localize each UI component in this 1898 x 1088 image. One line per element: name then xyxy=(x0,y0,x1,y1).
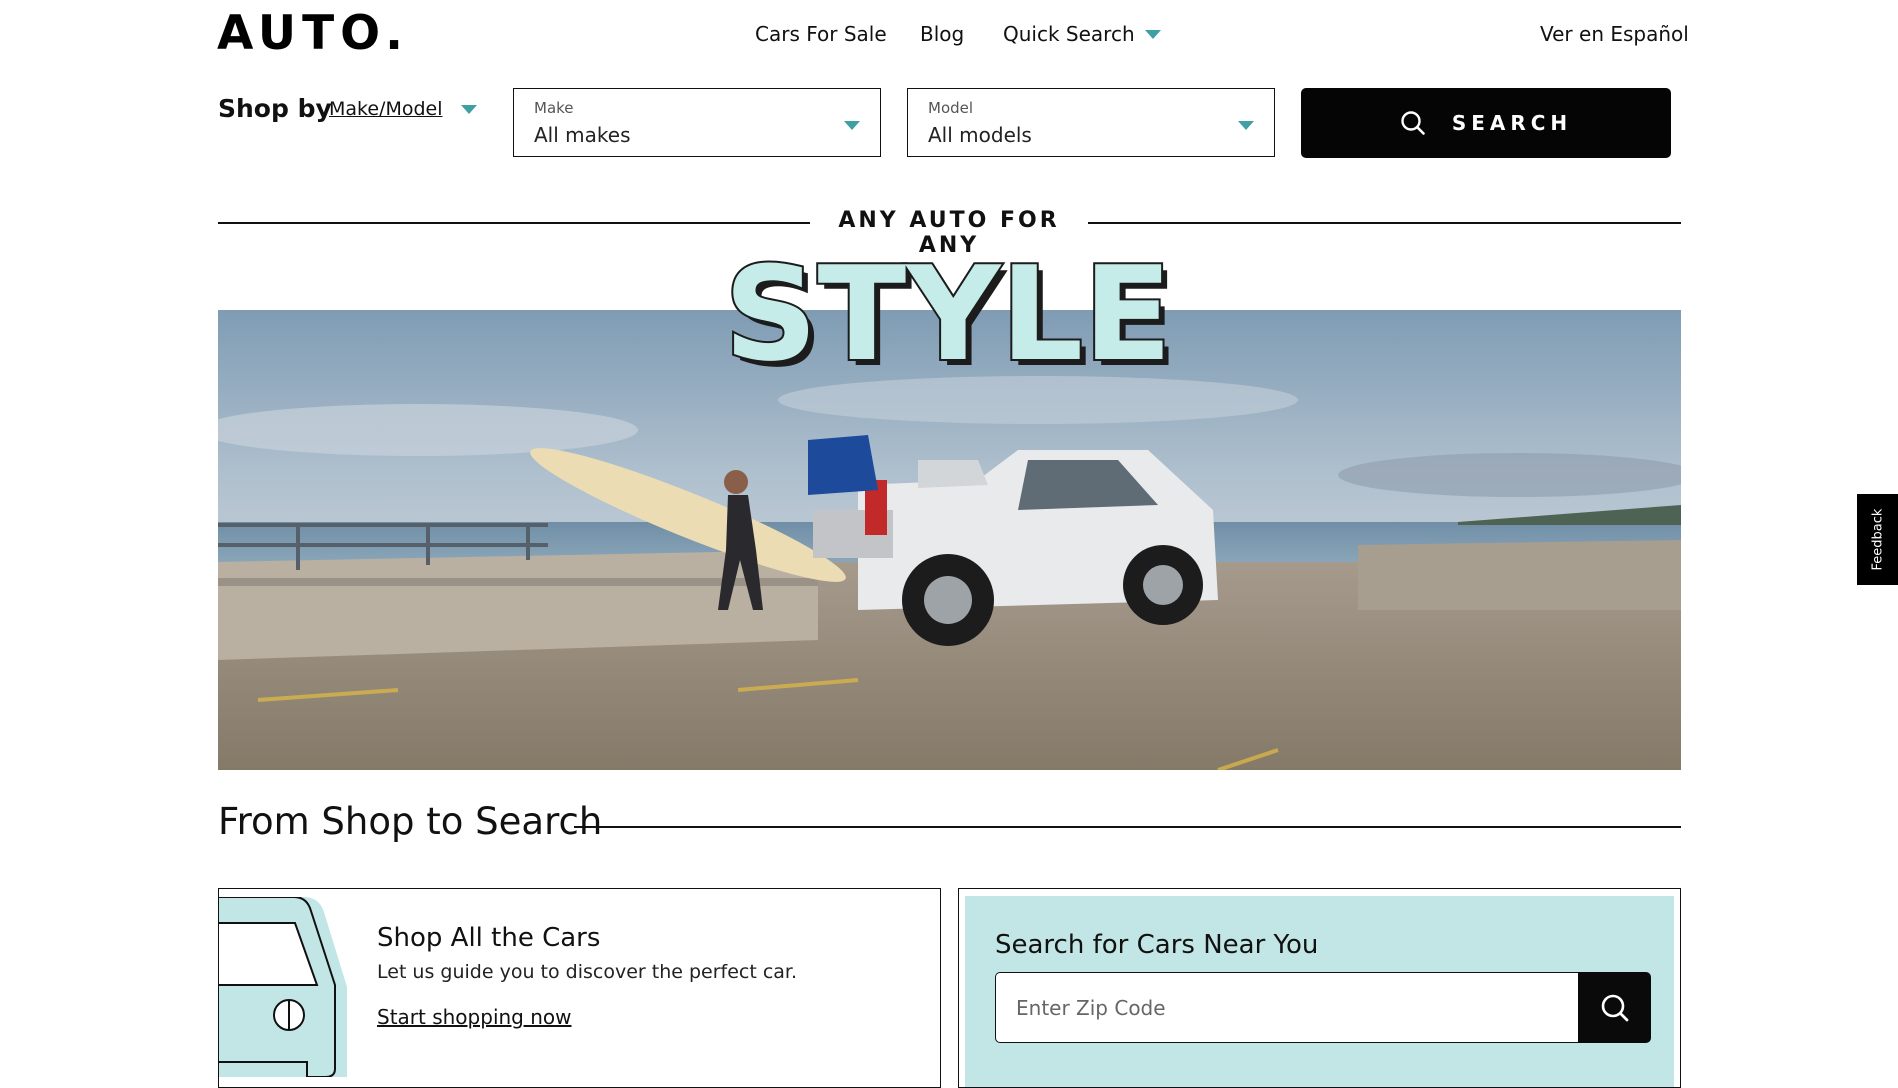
nav-blog[interactable]: Blog xyxy=(920,22,964,46)
site-logo[interactable]: AUTO. xyxy=(217,6,409,61)
search-icon xyxy=(1601,994,1628,1021)
chevron-down-icon xyxy=(460,104,477,114)
shop-by-label: Shop by xyxy=(218,94,332,123)
nav-cars-for-sale[interactable]: Cars For Sale xyxy=(755,22,887,46)
feedback-tab[interactable]: Feedback xyxy=(1857,494,1898,585)
shop-all-cars-card: Shop All the Cars Let us guide you to di… xyxy=(218,888,941,1088)
divider xyxy=(1088,222,1681,224)
zip-search-button[interactable] xyxy=(1578,972,1651,1043)
hero-headline: STYLE STYLE xyxy=(720,236,1180,396)
card-description: Let us guide you to discover the perfect… xyxy=(377,961,798,983)
hero-headline-graphic: STYLE STYLE xyxy=(722,236,1178,396)
search-near-you-panel: Search for Cars Near You xyxy=(965,896,1674,1087)
hero-headline-text: STYLE xyxy=(724,245,1172,385)
model-select-label: Model xyxy=(928,99,974,117)
chevron-down-icon xyxy=(1238,121,1254,130)
shop-by-mode-select[interactable]: Make/Model xyxy=(329,98,477,120)
card-title: Search for Cars Near You xyxy=(995,930,1319,960)
search-near-you-card: Search for Cars Near You xyxy=(958,888,1681,1088)
language-switch-link[interactable]: Ver en Español xyxy=(1540,22,1689,46)
start-shopping-link[interactable]: Start shopping now xyxy=(377,1005,572,1029)
search-icon xyxy=(1401,111,1425,135)
chevron-down-icon xyxy=(1144,29,1161,39)
divider xyxy=(218,222,810,224)
model-select[interactable]: Model All models xyxy=(907,88,1275,157)
make-select-value: All makes xyxy=(534,123,631,147)
feedback-tab-label: Feedback xyxy=(1870,508,1886,571)
chevron-down-icon xyxy=(844,121,860,130)
zip-code-input[interactable] xyxy=(995,972,1578,1043)
divider xyxy=(574,826,1681,828)
shop-by-mode-value: Make/Model xyxy=(329,98,443,120)
make-select[interactable]: Make All makes xyxy=(513,88,881,157)
make-select-label: Make xyxy=(534,99,574,117)
section-title: From Shop to Search xyxy=(218,800,603,843)
search-button[interactable]: SEARCH xyxy=(1301,88,1671,158)
nav-quick-search[interactable]: Quick Search xyxy=(1003,22,1161,46)
card-title: Shop All the Cars xyxy=(377,923,601,953)
car-icon xyxy=(219,897,347,1077)
model-select-value: All models xyxy=(928,123,1032,147)
search-button-label: SEARCH xyxy=(1451,111,1573,135)
nav-quick-search-label: Quick Search xyxy=(1003,22,1135,46)
